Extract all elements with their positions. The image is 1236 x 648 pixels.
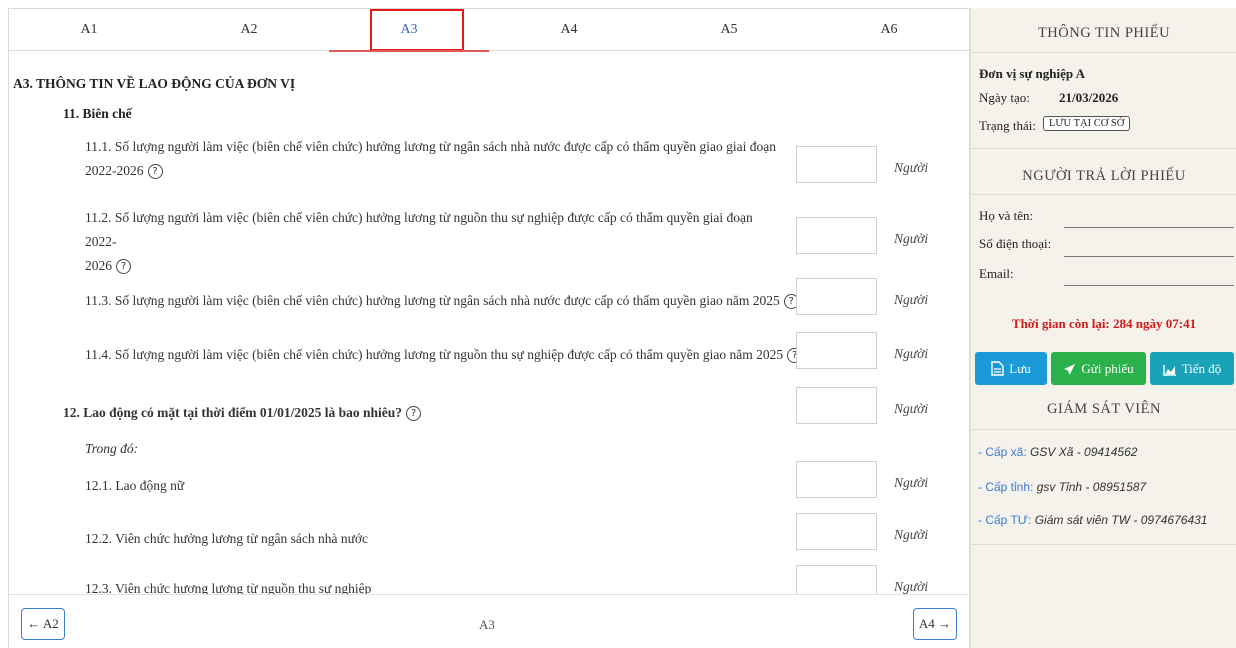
supervisor-level: - Cấp tỉnh: bbox=[978, 480, 1034, 494]
section-title: A3. THÔNG TIN VỀ LAO ĐỘNG CỦA ĐƠN VỊ bbox=[13, 76, 296, 91]
tab-label: A4 bbox=[560, 22, 578, 37]
unit-label: Người bbox=[894, 292, 929, 307]
input-12-1[interactable] bbox=[796, 461, 877, 498]
question-11-1: 11.1. Số lượng người làm việc (biên chế … bbox=[85, 135, 785, 183]
created-value: 21/03/2026 bbox=[1059, 90, 1119, 105]
unit-label: Người bbox=[894, 527, 929, 542]
question-text: 11.1. Số lượng người làm việc (biên chế … bbox=[85, 139, 776, 154]
tab-label: A2 bbox=[240, 22, 258, 37]
supervisor-value: gsv Tỉnh - 08951587 bbox=[1036, 480, 1147, 494]
tab-a1[interactable]: A1 bbox=[9, 9, 169, 51]
help-icon[interactable]: ? bbox=[406, 406, 422, 421]
name-field[interactable] bbox=[1064, 227, 1234, 228]
phone-label: Số điện thoại: bbox=[979, 236, 1052, 251]
input-11-2[interactable] bbox=[796, 217, 877, 254]
status-badge: LƯU TẠI CƠ SỞ bbox=[1043, 116, 1131, 131]
send-label: Gửi phiếu bbox=[1081, 361, 1134, 376]
divider bbox=[971, 194, 1236, 195]
send-icon bbox=[1064, 364, 1076, 375]
divider bbox=[971, 52, 1236, 53]
divider bbox=[971, 429, 1236, 430]
input-11-1[interactable] bbox=[796, 146, 877, 183]
supervisor-value: GSV Xã - 09414562 bbox=[1030, 445, 1138, 459]
tab-a4[interactable]: A4 bbox=[489, 9, 649, 51]
prev-section-button[interactable]: ← A2 bbox=[21, 608, 65, 640]
tab-label: A6 bbox=[880, 22, 898, 37]
info-title: THÔNG TIN PHIẾU bbox=[1037, 25, 1171, 41]
created-label: Ngày tạo: bbox=[979, 90, 1030, 105]
question-12-2: 12.2. Viên chức hưởng lương từ ngân sách… bbox=[85, 531, 369, 546]
input-12[interactable] bbox=[796, 387, 877, 424]
supervisor-level: - Cấp xã: bbox=[978, 445, 1027, 459]
progress-label: Tiến độ bbox=[1181, 361, 1222, 376]
question-12: 12. Lao động có mặt tại thời điểm 01/01/… bbox=[63, 401, 763, 425]
question-text: 11.4. Số lượng người làm việc (biên chế … bbox=[85, 347, 784, 362]
chart-icon bbox=[1162, 365, 1176, 376]
question-12-1: 12.1. Lao động nữ bbox=[85, 478, 185, 493]
unit-label: Người bbox=[894, 160, 929, 175]
question-12-3: 12.3. Viên chức hương lương từ nguồn thu… bbox=[85, 581, 372, 594]
unit-label: Người bbox=[894, 346, 929, 361]
supervisor-commune: - Cấp xã: GSV Xã - 09414562 bbox=[978, 445, 1137, 459]
question-text: 12. Lao động có mặt tại thời điểm 01/01/… bbox=[63, 405, 403, 420]
input-11-4[interactable] bbox=[796, 332, 877, 369]
question-text: 11.2. Số lượng người làm việc (biên chế … bbox=[85, 210, 753, 249]
help-icon[interactable]: ? bbox=[116, 259, 131, 274]
question-text-cont: 2026 bbox=[85, 258, 112, 273]
time-remaining: Thời gian còn lại: 284 ngày 07:41 bbox=[1011, 316, 1197, 331]
question-11-4: 11.4. Số lượng người làm việc (biên chế … bbox=[85, 343, 805, 367]
tab-a2[interactable]: A2 bbox=[169, 9, 329, 51]
question-text: 11.3. Số lượng người làm việc (biên chế … bbox=[85, 293, 780, 308]
unit-label: Người bbox=[894, 401, 929, 416]
phone-field[interactable] bbox=[1064, 256, 1234, 257]
current-section-label: A3 bbox=[479, 617, 495, 632]
supervisor-value: Giám sát viên TW - 0974676431 bbox=[1034, 513, 1208, 527]
email-label: Email: bbox=[979, 266, 1014, 281]
input-12-3[interactable] bbox=[796, 565, 877, 594]
unit-name: Đơn vị sự nghiệp A bbox=[979, 66, 1086, 81]
question-text-cont: 2022-2026 bbox=[85, 163, 144, 178]
question-11-3: 11.3. Số lượng người làm việc (biên chế … bbox=[85, 289, 805, 313]
active-tab-highlight bbox=[370, 9, 464, 51]
section-tabs: A1 A2 A3 A4 A5 A6 bbox=[9, 9, 969, 52]
save-button[interactable]: Lưu bbox=[975, 352, 1047, 385]
tab-a6[interactable]: A6 bbox=[809, 9, 969, 51]
tab-a3[interactable]: A3 bbox=[329, 9, 489, 52]
supervisor-title: GIÁM SÁT VIÊN bbox=[1047, 401, 1161, 417]
tab-label: A1 bbox=[80, 22, 98, 37]
next-section-button[interactable]: A4 → bbox=[913, 608, 957, 640]
input-12-2[interactable] bbox=[796, 513, 877, 550]
divider bbox=[971, 148, 1236, 149]
unit-label: Người bbox=[894, 231, 929, 246]
group-title-bien-che: 11. Biên chế bbox=[63, 106, 132, 121]
form-content[interactable]: A3. THÔNG TIN VỀ LAO ĐỘNG CỦA ĐƠN VỊ 11.… bbox=[9, 51, 969, 594]
question-11-2: 11.2. Số lượng người làm việc (biên chế … bbox=[85, 206, 785, 278]
file-icon bbox=[991, 361, 1004, 376]
send-button[interactable]: Gửi phiếu bbox=[1051, 352, 1146, 385]
survey-form-panel: A1 A2 A3 A4 A5 A6 A3. THÔNG TIN VỀ LAO Đ… bbox=[8, 8, 970, 648]
info-sidebar: THÔNG TIN PHIẾU Đơn vị sự nghiệp A Ngày … bbox=[970, 8, 1236, 648]
respondent-title: NGƯỜI TRẢ LỜI PHIẾU bbox=[1022, 168, 1186, 184]
question-12-note: Trong đó: bbox=[85, 441, 139, 456]
form-footer: ← A2 A3 A4 → bbox=[9, 594, 969, 648]
supervisor-level: - Cấp TƯ: bbox=[978, 513, 1032, 527]
unit-label: Người bbox=[894, 475, 929, 490]
progress-button[interactable]: Tiến độ bbox=[1150, 352, 1234, 385]
email-field[interactable] bbox=[1064, 285, 1234, 286]
supervisor-province: - Cấp tỉnh: gsv Tỉnh - 08951587 bbox=[978, 480, 1146, 494]
save-label: Lưu bbox=[1009, 361, 1031, 376]
help-icon[interactable]: ? bbox=[147, 164, 163, 179]
unit-label: Người bbox=[894, 579, 929, 594]
input-11-3[interactable] bbox=[796, 278, 877, 315]
name-label: Họ và tên: bbox=[979, 208, 1034, 223]
supervisor-central: - Cấp TƯ: Giám sát viên TW - 0974676431 bbox=[978, 513, 1207, 527]
divider bbox=[971, 544, 1236, 545]
tab-a5[interactable]: A5 bbox=[649, 9, 809, 51]
tab-label: A5 bbox=[720, 22, 738, 37]
status-label: Trạng thái: bbox=[979, 118, 1036, 133]
